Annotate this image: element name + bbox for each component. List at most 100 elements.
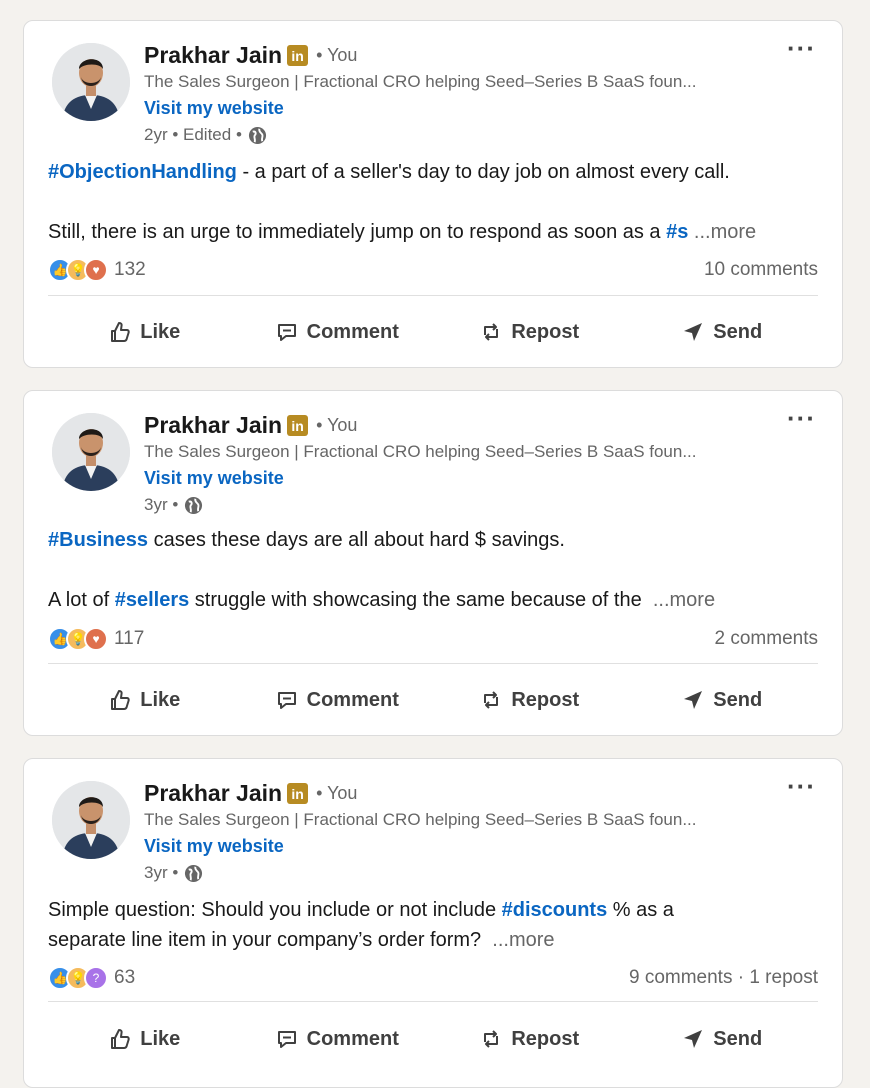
visit-website-link[interactable]: Visit my website	[144, 836, 784, 857]
hashtag-link[interactable]: #sellers	[115, 589, 190, 611]
avatar[interactable]	[52, 781, 130, 859]
post-time: 3yr •	[144, 863, 179, 882]
like-label: Like	[140, 688, 181, 711]
post-text-line: % as a	[607, 899, 674, 921]
see-more-link[interactable]: ...more	[653, 589, 715, 611]
send-icon	[684, 1030, 703, 1048]
send-icon	[684, 691, 703, 709]
comment-label: Comment	[306, 688, 399, 711]
repost-icon	[484, 691, 499, 709]
post-text-line: separate line item in your company’s ord…	[48, 929, 482, 951]
post-card: Prakhar Jain in • You The Sales Surgeon …	[23, 20, 843, 368]
repost-icon	[484, 323, 499, 341]
send-label: Send	[713, 320, 763, 343]
avatar[interactable]	[52, 413, 130, 491]
repost-button[interactable]: Repost	[433, 675, 626, 725]
more-options-button[interactable]: ···	[787, 771, 816, 802]
comment-button[interactable]: Comment	[241, 307, 434, 357]
reactions-summary[interactable]: 👍 💡 ♥ 117	[48, 627, 144, 651]
send-button[interactable]: Send	[626, 1014, 819, 1064]
comment-label: Comment	[306, 320, 399, 343]
author-name[interactable]: Prakhar Jain	[144, 42, 282, 69]
like-button[interactable]: Like	[48, 1014, 241, 1064]
thumbs-up-icon	[111, 322, 130, 342]
send-label: Send	[713, 688, 763, 711]
love-icon: ♥	[84, 258, 108, 282]
repost-label: Repost	[511, 688, 580, 711]
repost-button[interactable]: Repost	[433, 307, 626, 357]
linkedin-premium-icon: in	[287, 414, 309, 436]
avatar[interactable]	[52, 43, 130, 121]
see-more-link[interactable]: ...more	[492, 929, 554, 951]
repost-label: Repost	[511, 1027, 580, 1050]
you-label: • You	[316, 782, 358, 803]
comment-icon	[277, 692, 296, 709]
post-card: Prakhar Jain in • You The Sales Surgeon …	[23, 758, 843, 1088]
post-text-line: cases these days are all about hard $ sa…	[148, 529, 565, 551]
globe-icon	[185, 496, 203, 514]
author-headline: The Sales Surgeon | Fractional CRO helpi…	[144, 810, 697, 829]
post-text: Simple question: Should you include or n…	[48, 895, 828, 955]
author-headline: The Sales Surgeon | Fractional CRO helpi…	[144, 72, 697, 91]
linkedin-premium-icon: in	[287, 44, 309, 66]
comment-label: Comment	[306, 1027, 399, 1050]
post-text-line: struggle with showcasing the same becaus…	[189, 589, 642, 611]
post-text-line: - a part of a seller's day to day job on…	[236, 161, 730, 183]
author-headline: The Sales Surgeon | Fractional CRO helpi…	[144, 442, 697, 461]
hashtag-link[interactable]: #discounts	[502, 899, 608, 921]
send-icon	[684, 323, 703, 341]
thumbs-up-icon	[111, 1029, 130, 1049]
repost-button[interactable]: Repost	[433, 1014, 626, 1064]
send-button[interactable]: Send	[626, 307, 819, 357]
send-button[interactable]: Send	[626, 675, 819, 725]
post-text-line: A lot of	[48, 589, 115, 611]
post-text: #Business cases these days are all about…	[48, 525, 828, 615]
globe-icon	[185, 864, 203, 882]
more-options-button[interactable]: ···	[787, 403, 816, 434]
comments-reposts-link[interactable]: 9 comments · 1 repost	[629, 967, 818, 989]
like-label: Like	[140, 1027, 181, 1050]
divider	[48, 1001, 818, 1002]
like-label: Like	[140, 320, 181, 343]
send-label: Send	[713, 1027, 763, 1050]
divider	[48, 663, 818, 664]
visit-website-link[interactable]: Visit my website	[144, 98, 784, 119]
visit-website-link[interactable]: Visit my website	[144, 468, 784, 489]
comment-button[interactable]: Comment	[241, 675, 434, 725]
curious-icon: ?	[84, 966, 108, 990]
reaction-count: 132	[114, 259, 146, 280]
comment-icon	[277, 1031, 296, 1048]
repost-label: Repost	[511, 320, 580, 343]
post-text-line: Still, there is an urge to immediately j…	[48, 221, 667, 243]
hashtag-link[interactable]: #ObjectionHandling	[48, 161, 237, 183]
reactions-summary[interactable]: 👍 💡 ♥ 132	[48, 258, 146, 282]
post-time: 3yr •	[144, 495, 179, 514]
love-icon: ♥	[84, 627, 108, 651]
post-text-line: Simple question: Should you include or n…	[48, 899, 502, 921]
reactions-summary[interactable]: 👍 💡 ? 63	[48, 966, 135, 990]
post-time: 2yr • Edited •	[144, 125, 242, 144]
hashtag-link[interactable]: #Business	[48, 529, 148, 551]
feed: Prakhar Jain in • You The Sales Surgeon …	[0, 0, 870, 1088]
like-button[interactable]: Like	[48, 307, 241, 357]
author-name[interactable]: Prakhar Jain	[144, 412, 282, 439]
linkedin-premium-icon: in	[287, 782, 309, 804]
post-card: Prakhar Jain in • You The Sales Surgeon …	[23, 390, 843, 736]
repost-icon	[484, 1030, 499, 1048]
divider	[48, 295, 818, 296]
comments-count-link[interactable]: 10 comments	[704, 259, 818, 281]
post-text: #ObjectionHandling - a part of a seller'…	[48, 157, 828, 247]
reaction-count: 63	[114, 967, 136, 988]
reaction-count: 117	[114, 628, 145, 649]
comment-button[interactable]: Comment	[241, 1014, 434, 1064]
globe-icon	[248, 126, 266, 144]
see-more-link[interactable]: ...more	[694, 221, 756, 243]
more-options-button[interactable]: ···	[787, 33, 816, 64]
you-label: • You	[316, 44, 358, 65]
thumbs-up-icon	[111, 690, 130, 710]
comments-count-link[interactable]: 2 comments	[715, 628, 818, 650]
hashtag-link[interactable]: #s	[666, 221, 688, 243]
author-name[interactable]: Prakhar Jain	[144, 780, 282, 807]
like-button[interactable]: Like	[48, 675, 241, 725]
you-label: • You	[316, 414, 358, 435]
